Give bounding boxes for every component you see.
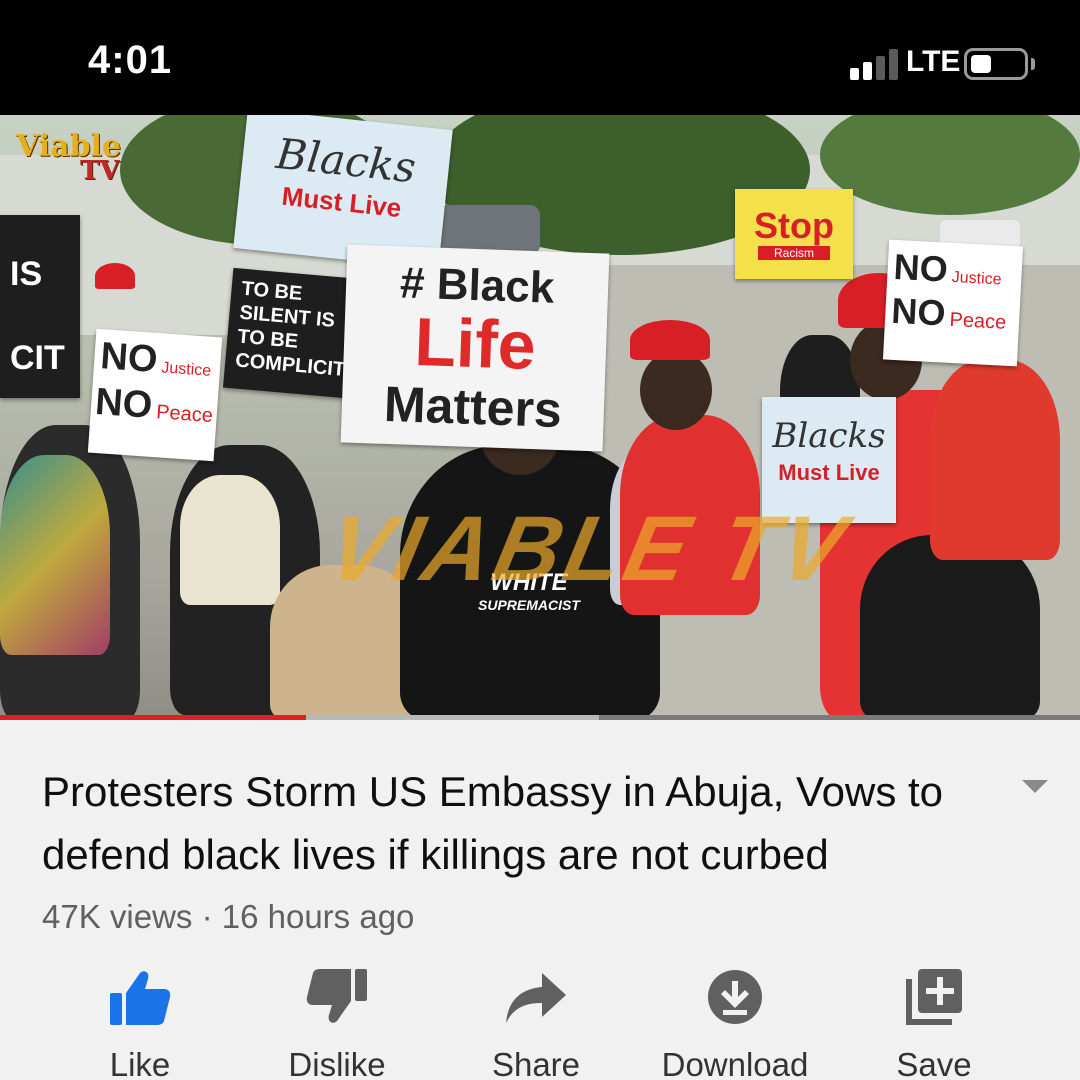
progress-played	[0, 715, 306, 720]
sign-text: NO	[890, 289, 947, 334]
status-time: 4:01	[88, 38, 173, 82]
cellular-signal-icon	[850, 48, 902, 80]
video-watermark: VIABLE TV	[319, 498, 858, 600]
status-bar: 4:01 LTE	[0, 0, 1080, 115]
meta-separator: ·	[201, 898, 213, 935]
sign-text: Stop	[754, 205, 834, 246]
sign-text: Matters	[383, 375, 563, 438]
download-icon	[708, 970, 762, 1024]
thumbs-down-icon	[306, 969, 367, 1023]
download-label: Download	[661, 1046, 809, 1080]
sign-text: NO	[93, 380, 154, 427]
protester-red-shirt	[930, 360, 1060, 560]
sign-text: NO	[99, 335, 159, 382]
sign-text: IS	[10, 255, 43, 293]
like-button[interactable]: Like	[40, 965, 240, 1080]
share-button[interactable]: Share	[436, 965, 636, 1080]
channel-logo: Viable TV	[16, 129, 121, 186]
like-label: Like	[109, 1046, 171, 1080]
sign-text: CIT	[10, 338, 65, 377]
share-arrow-icon	[506, 973, 566, 1023]
video-title[interactable]: Protesters Storm US Embassy in Abuja, Vo…	[42, 760, 1002, 886]
progress-buffered	[305, 715, 600, 720]
expand-description-icon[interactable]	[1022, 780, 1048, 793]
dislike-button[interactable]: Dislike	[237, 965, 437, 1080]
add-to-playlist-icon	[906, 969, 962, 1025]
dislike-label: Dislike	[288, 1046, 386, 1080]
battery-icon	[964, 48, 1028, 80]
protester-shirt	[180, 475, 280, 605]
sign-text: Justice	[951, 268, 1002, 289]
sign-text: Peace	[949, 308, 1007, 334]
sign-text: Racism	[757, 245, 830, 261]
sign-to-be-silent: TO BE SILENT IS TO BE COMPLICIT	[223, 267, 355, 399]
sign-text: NO	[892, 245, 949, 290]
network-type: LTE	[906, 45, 961, 78]
sign-racism-partial: IS CIT	[0, 215, 80, 398]
view-count: 47K views	[42, 898, 193, 935]
video-player[interactable]: Blacks Must Live IS CIT NO Justice NO Pe…	[0, 115, 1080, 720]
sign-no-justice-no-peace: NO Justice NO Peace	[882, 239, 1024, 367]
sign-no-justice-no-peace: NO Justice NO Peace	[87, 328, 223, 462]
sign-stop-racism: Stop Racism	[735, 189, 853, 279]
action-bar: Like Dislike Share Download Save	[0, 965, 1080, 1080]
battery-cap	[1031, 58, 1035, 70]
save-label: Save	[896, 1046, 972, 1080]
protester-head	[640, 350, 712, 430]
sign-text: Peace	[155, 401, 214, 427]
download-button[interactable]: Download	[635, 965, 835, 1080]
scarf	[0, 455, 110, 655]
sign-black-life-matters: # Black Life Matters	[340, 244, 610, 452]
sign-text: Must Live	[778, 459, 880, 485]
video-progress-bar[interactable]	[0, 715, 1080, 720]
protester-trousers	[860, 535, 1040, 720]
red-cap	[95, 263, 135, 289]
share-label: Share	[491, 1046, 581, 1080]
sign-text: Life	[413, 304, 537, 385]
sign-text: Justice	[160, 359, 212, 380]
thumbs-up-icon	[110, 971, 171, 1025]
channel-logo-text: TV	[80, 156, 120, 186]
upload-age: 16 hours ago	[221, 898, 415, 935]
sign-script-text: Blacks	[772, 416, 886, 456]
save-button[interactable]: Save	[834, 965, 1034, 1080]
video-meta: 47K views · 16 hours ago	[42, 898, 414, 936]
red-cap	[630, 320, 710, 360]
